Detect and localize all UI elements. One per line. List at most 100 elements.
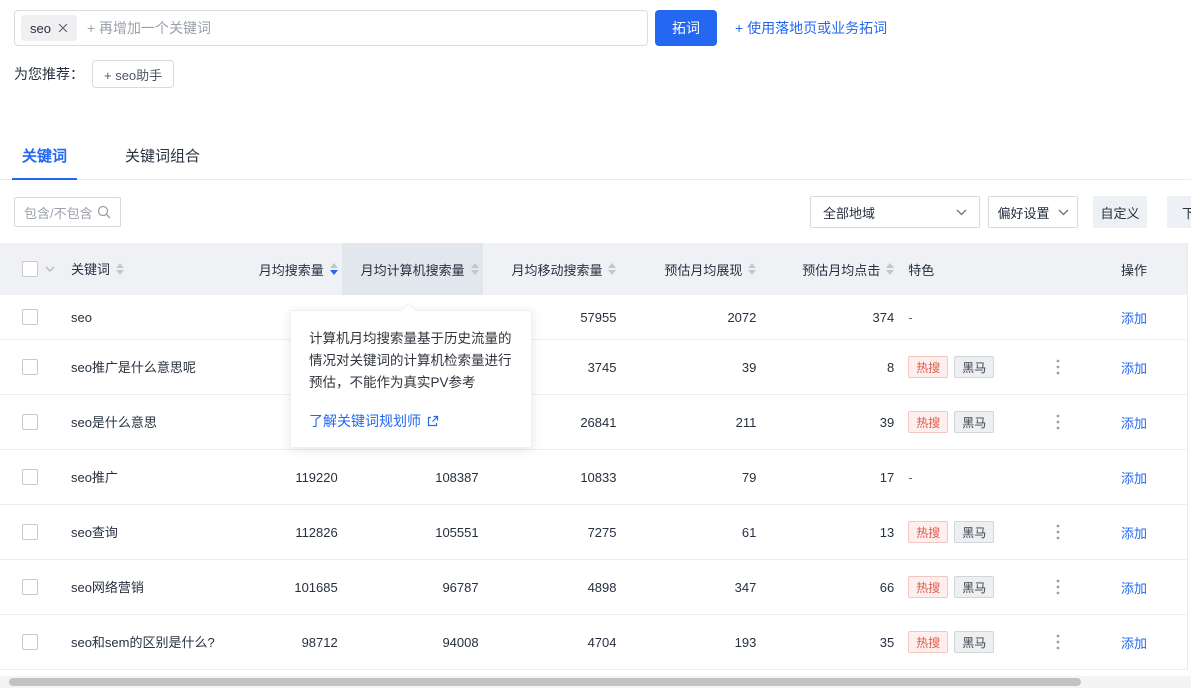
column-header-label: 操作 (1121, 260, 1147, 279)
add-link[interactable]: 添加 (1121, 468, 1147, 487)
action-cell: 添加 (1074, 295, 1187, 339)
feature-cell: 热搜黑马 (901, 560, 1074, 614)
expand-words-button[interactable]: 拓词 (655, 10, 717, 46)
tab-bar: 关键词 关键词组合 (0, 145, 1191, 180)
feature-cell: - (901, 295, 1074, 339)
keyword-cell: seo网络营销 (60, 560, 240, 614)
row-checkbox-cell (0, 295, 60, 339)
clicks-cell: 39 (761, 395, 901, 449)
keyword-input[interactable]: seo + 再增加一个关键词 (14, 10, 648, 46)
action-cell: 添加 (1074, 615, 1187, 669)
row-checkbox[interactable] (22, 414, 38, 430)
tab-keywords[interactable]: 关键词 (12, 145, 77, 179)
clicks-cell: 35 (761, 615, 901, 669)
mobile-search-cell: 7275 (483, 505, 622, 559)
chevron-down-icon[interactable] (45, 266, 55, 272)
filter-toolbar: 包含/不包含 全部地域 偏好设置 自定义 下载 (0, 196, 1191, 228)
select-all-checkbox[interactable] (22, 261, 38, 277)
add-link[interactable]: 添加 (1121, 308, 1147, 327)
keyword-cell: seo推广是什么意思呢 (60, 340, 240, 394)
row-checkbox[interactable] (22, 359, 38, 375)
tooltip-text: 计算机月均搜索量基于历史流量的情况对关键词的计算机检索量进行预估，不能作为真实P… (309, 328, 513, 394)
monthly-search-cell: 119220 (240, 450, 342, 504)
close-icon[interactable] (58, 23, 68, 33)
keyword-tag-label: seo (30, 21, 51, 36)
contain-filter-input[interactable]: 包含/不包含 (14, 197, 121, 227)
table-row: seo推广119220108387108337917-添加 (0, 450, 1187, 505)
download-button[interactable]: 下载 (1167, 196, 1191, 228)
hot-search-badge: 热搜 (908, 411, 948, 433)
more-icon[interactable] (1054, 577, 1062, 597)
column-header-label: 月均计算机搜索量 (361, 260, 465, 279)
row-checkbox-cell (0, 450, 60, 504)
column-header-impressions[interactable]: 预估月均展现 (621, 243, 761, 295)
keyword-cell: seo (60, 295, 240, 339)
horizontal-scrollbar-thumb[interactable] (9, 678, 1081, 686)
table-row: seo查询11282610555172756113热搜黑马添加 (0, 505, 1187, 560)
row-checkbox-cell (0, 505, 60, 559)
sort-icon[interactable] (608, 263, 616, 275)
keyword-input-placeholder: + 再增加一个关键词 (87, 18, 211, 38)
more-icon[interactable] (1054, 522, 1062, 542)
column-header-feature: 特色 (901, 243, 1074, 295)
more-icon[interactable] (1054, 412, 1062, 432)
row-checkbox[interactable] (22, 634, 38, 650)
column-header-keyword[interactable]: 关键词 (60, 243, 240, 295)
tab-keyword-combination[interactable]: 关键词组合 (115, 145, 210, 179)
column-header-label: 月均移动搜索量 (511, 260, 602, 279)
clicks-cell: 8 (761, 340, 901, 394)
more-icon[interactable] (1054, 632, 1062, 652)
row-checkbox[interactable] (22, 524, 38, 540)
column-header-clicks[interactable]: 预估月均点击 (761, 243, 901, 295)
dark-horse-badge: 黑马 (954, 356, 994, 378)
column-header-pc-search[interactable]: 月均计算机搜索量 (342, 243, 483, 295)
monthly-search-cell: 101685 (240, 560, 342, 614)
horizontal-scrollbar[interactable] (0, 676, 1191, 688)
row-checkbox[interactable] (22, 579, 38, 595)
column-header-label: 月均搜索量 (259, 260, 324, 279)
pc-search-cell: 96787 (342, 560, 483, 614)
feature-cell: - (901, 450, 1074, 504)
clicks-cell: 66 (761, 560, 901, 614)
keyword-table: 关键词月均搜索量月均计算机搜索量月均移动搜索量预估月均展现预估月均点击特色操作 … (0, 243, 1188, 670)
column-header-label: 特色 (908, 260, 934, 279)
table-row: seo579552072374-添加 (0, 295, 1187, 340)
more-icon[interactable] (1054, 357, 1062, 377)
sort-icon[interactable] (748, 263, 756, 275)
add-link[interactable]: 添加 (1121, 523, 1147, 542)
recommend-keyword-chip[interactable]: + seo助手 (92, 60, 174, 88)
feature-dash: - (908, 470, 912, 485)
select-all-cell (0, 243, 60, 295)
row-checkbox[interactable] (22, 469, 38, 485)
add-link[interactable]: 添加 (1121, 358, 1147, 377)
sort-icon[interactable] (886, 263, 894, 275)
column-header-mobile-search[interactable]: 月均移动搜索量 (483, 243, 622, 295)
dark-horse-badge: 黑马 (954, 576, 994, 598)
landing-page-expand-link[interactable]: + 使用落地页或业务拓词 (735, 18, 887, 38)
add-link[interactable]: 添加 (1121, 413, 1147, 432)
table-body: seo579552072374-添加seo推广是什么意思呢3745398热搜黑马… (0, 295, 1187, 670)
keyword-tag: seo (21, 15, 77, 41)
keyword-cell: seo推广 (60, 450, 240, 504)
feature-cell: 热搜黑马 (901, 340, 1074, 394)
region-select-value: 全部地域 (823, 203, 875, 222)
column-header-label: 预估月均展现 (664, 260, 742, 279)
add-link[interactable]: 添加 (1121, 578, 1147, 597)
pc-search-cell: 108387 (342, 450, 483, 504)
chevron-down-icon (956, 209, 967, 216)
sort-icon[interactable] (116, 263, 124, 275)
sort-icon[interactable] (330, 263, 338, 275)
clicks-cell: 17 (761, 450, 901, 504)
region-select[interactable]: 全部地域 (810, 196, 980, 228)
customize-button[interactable]: 自定义 (1093, 196, 1147, 228)
row-checkbox[interactable] (22, 309, 38, 325)
action-cell: 添加 (1074, 395, 1187, 449)
mobile-search-cell: 10833 (483, 450, 622, 504)
preference-settings-label: 偏好设置 (997, 203, 1049, 222)
sort-icon[interactable] (471, 263, 479, 275)
add-link[interactable]: 添加 (1121, 633, 1147, 652)
table-header-row: 关键词月均搜索量 月均计算机搜索量 月均移动搜索量 预估月均展现预估月均点击特色 操作 (0, 243, 1187, 295)
keyword-planner-link[interactable]: 了解关键词规划师 (309, 411, 439, 431)
column-header-monthly-search[interactable]: 月均搜索量 (240, 243, 342, 295)
preference-settings-button[interactable]: 偏好设置 (988, 196, 1078, 228)
